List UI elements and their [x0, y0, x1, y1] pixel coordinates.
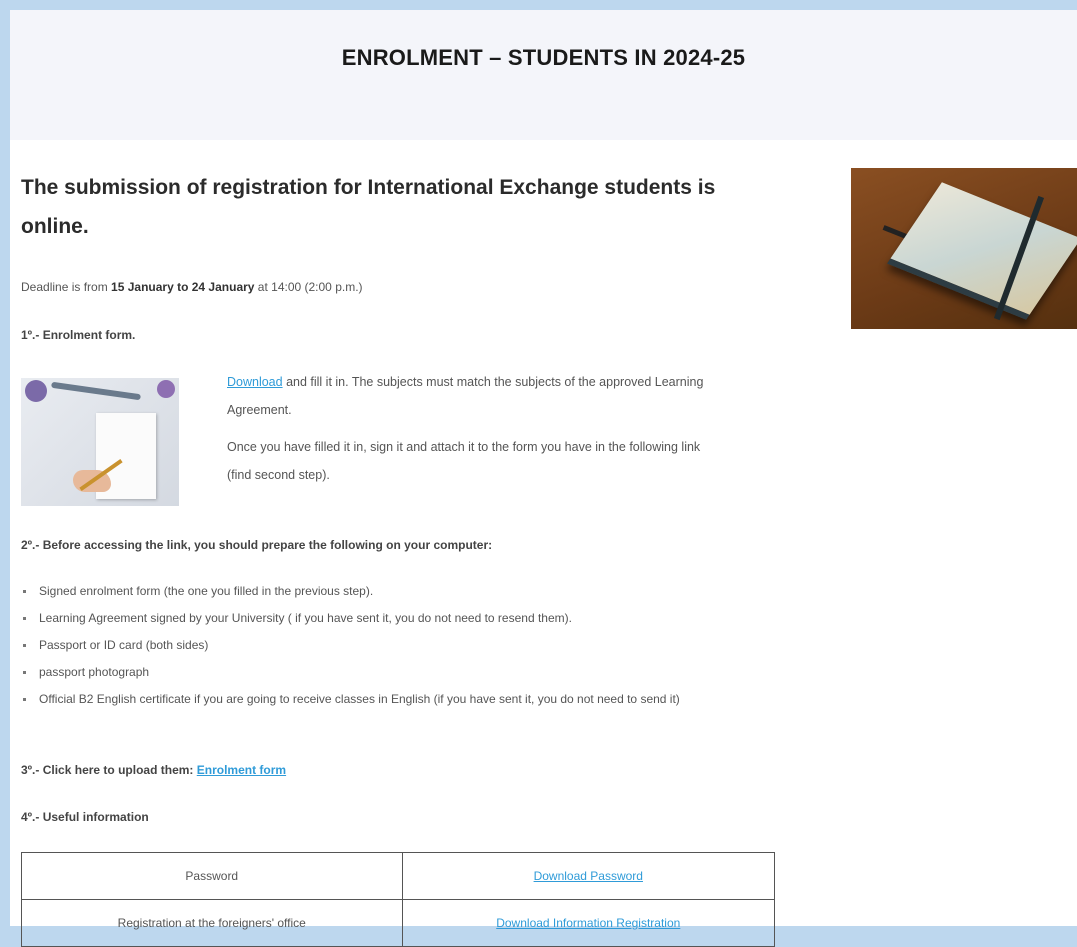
- step1-paragraph1: Download and fill it in. The subjects mu…: [227, 368, 727, 424]
- table-cell-link: Download Password: [401, 852, 776, 900]
- download-form-link[interactable]: Download: [227, 375, 283, 389]
- list-item: Official B2 English certificate if you a…: [21, 686, 781, 713]
- main-content: The submission of registration for Inter…: [21, 168, 781, 947]
- useful-info-table: Password Download Password Registration …: [21, 852, 776, 947]
- notebook-photo: [851, 168, 1077, 329]
- step2-title: 2º.- Before accessing the link, you shou…: [21, 538, 493, 552]
- step4-title: 4º.- Useful information: [21, 810, 149, 824]
- list-item: Passport or ID card (both sides): [21, 632, 781, 659]
- step3-line: 3º.- Click here to upload them: Enrolmen…: [21, 763, 286, 777]
- download-registration-link[interactable]: Download Information Registration: [496, 916, 680, 930]
- step1-title: 1º.- Enrolment form.: [21, 328, 136, 342]
- table-cell-link: Download Information Registration: [401, 899, 776, 947]
- table-cell-label: Registration at the foreigners' office: [21, 899, 403, 947]
- page: ENROLMENT – STUDENTS IN 2024-25 The subm…: [10, 10, 1077, 947]
- step1-paragraph2: Once you have filled it in, sign it and …: [227, 440, 701, 482]
- step1-description: Download and fill it in. The subjects mu…: [227, 368, 727, 498]
- step1-paragraph1-text: and fill it in. The subjects must match …: [227, 375, 704, 417]
- list-item: passport photograph: [21, 659, 781, 686]
- headline: The submission of registration for Inter…: [21, 176, 716, 238]
- deadline-dates: 15 January to 24 January: [111, 280, 255, 294]
- writing-desk-image: [21, 378, 179, 506]
- list-item: Learning Agreement signed by your Univer…: [21, 605, 781, 632]
- table-row: Registration at the foreigners' office D…: [21, 899, 776, 947]
- download-password-link[interactable]: Download Password: [534, 869, 643, 883]
- deadline-text: Deadline is from 15 January to 24 Januar…: [21, 280, 363, 294]
- deadline-prefix: Deadline is from: [21, 280, 112, 294]
- requirements-list: Signed enrolment form (the one you fille…: [21, 578, 781, 713]
- page-title: ENROLMENT – STUDENTS IN 2024-25: [341, 45, 746, 70]
- page-banner: ENROLMENT – STUDENTS IN 2024-25: [10, 10, 1077, 140]
- deadline-suffix: at 14:00 (2:00 p.m.): [254, 280, 363, 294]
- enrolment-form-link[interactable]: Enrolment form: [197, 763, 286, 777]
- table-row: Password Download Password: [21, 852, 776, 900]
- table-cell-label: Password: [21, 852, 403, 900]
- step3-prefix: 3º.- Click here to upload them:: [21, 763, 197, 777]
- list-item: Signed enrolment form (the one you fille…: [21, 578, 781, 605]
